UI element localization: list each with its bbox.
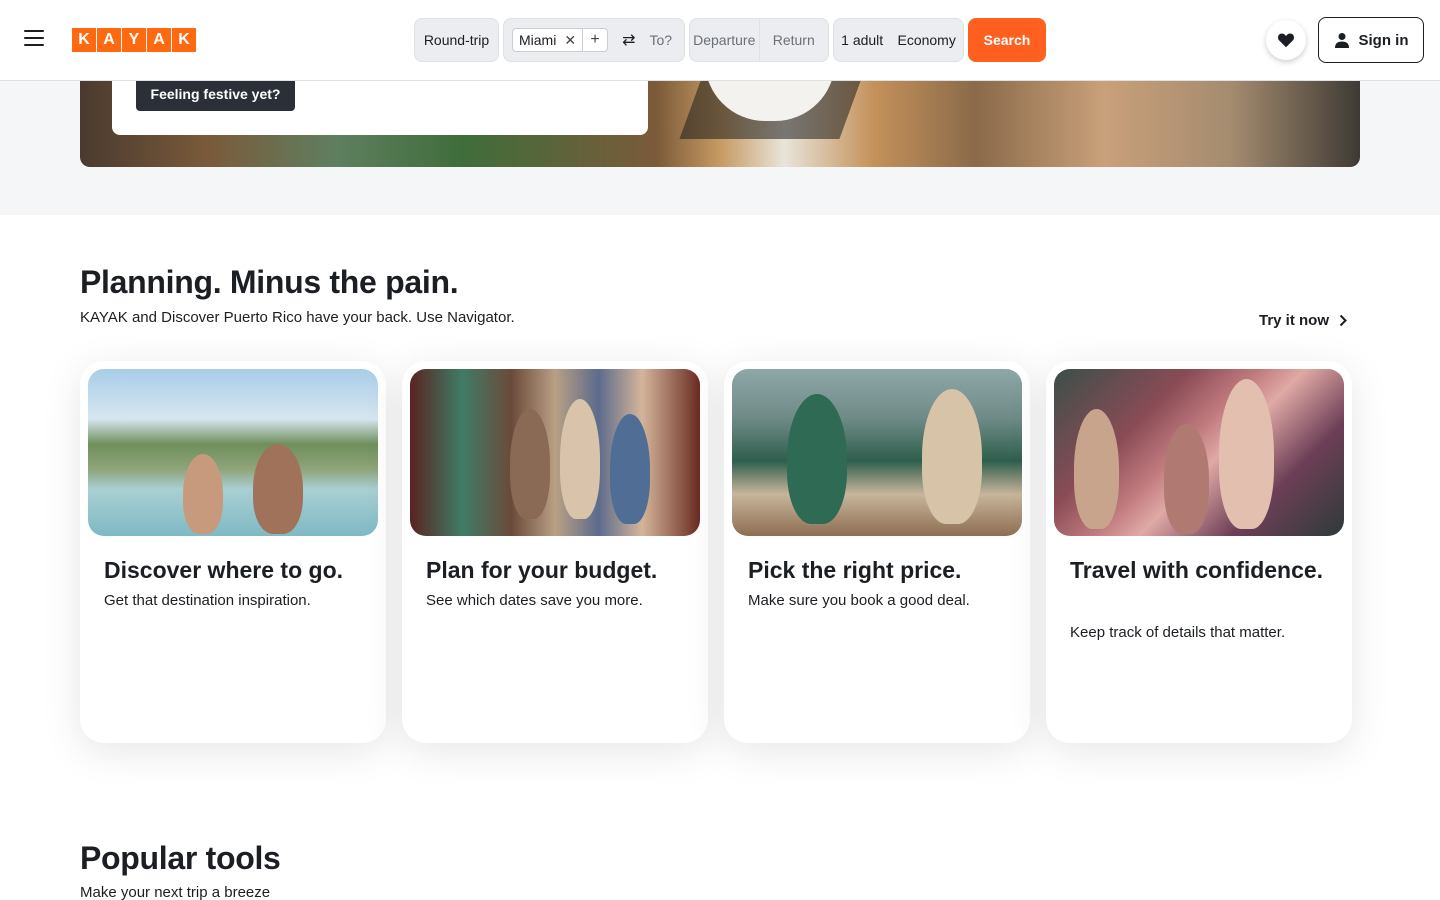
feature-card-budget[interactable]: Plan for your budget. See which dates sa… xyxy=(402,361,708,743)
logo-letter: K xyxy=(72,28,96,52)
dining-friends-image xyxy=(732,369,1022,536)
swap-icon[interactable]: ⇄ xyxy=(622,30,635,50)
feature-card-discover[interactable]: Discover where to go. Get that destinati… xyxy=(80,361,386,743)
menu-icon[interactable] xyxy=(24,30,44,48)
card-text: Keep track of details that matter. xyxy=(1070,624,1286,641)
planning-subtitle: KAYAK and Discover Puerto Rico have your… xyxy=(80,309,515,326)
card-title: Travel with confidence. xyxy=(1070,557,1324,583)
travelers-label: 1 adult xyxy=(841,32,884,48)
festive-badge-button[interactable]: Feeling festive yet? xyxy=(136,76,295,111)
party-dancing-image xyxy=(1054,369,1344,536)
sign-in-label: Sign in xyxy=(1358,31,1409,49)
friends-sofa-image xyxy=(410,369,700,536)
feature-card-confidence[interactable]: Travel with confidence. Keep track of de… xyxy=(1046,361,1352,743)
trip-type-select[interactable]: Round-trip xyxy=(414,18,499,62)
origin-label: Miami xyxy=(519,32,557,48)
planning-title: Planning. Minus the pain. xyxy=(80,264,459,300)
chevron-right-icon xyxy=(1339,314,1347,327)
card-title: Pick the right price. xyxy=(748,557,962,583)
logo-letter: Y xyxy=(122,28,146,52)
logo-letter: K xyxy=(172,28,196,52)
card-title: Plan for your budget. xyxy=(426,557,658,583)
route-field[interactable]: Miami ✕ + ⇄ To? xyxy=(503,18,685,62)
dates-field[interactable]: Departure Return xyxy=(689,18,829,62)
sign-in-button[interactable]: Sign in xyxy=(1318,17,1424,63)
search-button[interactable]: Search xyxy=(968,18,1046,62)
card-text: See which dates save you more. xyxy=(426,592,643,609)
try-it-now-link[interactable]: Try it now xyxy=(1259,312,1347,329)
cabin-label: Economy xyxy=(897,32,956,48)
user-icon xyxy=(1334,33,1349,48)
close-icon[interactable]: ✕ xyxy=(564,32,576,49)
beach-couple-image xyxy=(88,369,378,536)
popular-tools-subtitle: Make your next trip a breeze xyxy=(80,884,271,900)
card-title: Discover where to go. xyxy=(104,557,344,583)
plus-icon[interactable]: + xyxy=(583,28,609,52)
return-input[interactable]: Return xyxy=(760,32,829,48)
card-text: Get that destination inspiration. xyxy=(104,592,311,609)
logo-letter: A xyxy=(147,28,171,52)
logo-letter: A xyxy=(97,28,121,52)
popular-tools-title: Popular tools xyxy=(80,840,281,876)
departure-input[interactable]: Departure xyxy=(690,32,759,48)
try-it-now-label: Try it now xyxy=(1259,312,1330,329)
destination-input[interactable]: To? xyxy=(649,32,672,48)
origin-chip[interactable]: Miami ✕ xyxy=(512,28,584,52)
feature-card-price[interactable]: Pick the right price. Make sure you book… xyxy=(724,361,1030,743)
travelers-field[interactable]: 1 adult Economy xyxy=(833,18,964,62)
kayak-logo[interactable]: K A Y A K xyxy=(72,28,196,52)
card-text: Make sure you book a good deal. xyxy=(748,592,970,609)
heart-icon[interactable] xyxy=(1266,20,1306,60)
top-header: K A Y A K Round-trip Miami ✕ + ⇄ To? Dep… xyxy=(0,0,1440,81)
